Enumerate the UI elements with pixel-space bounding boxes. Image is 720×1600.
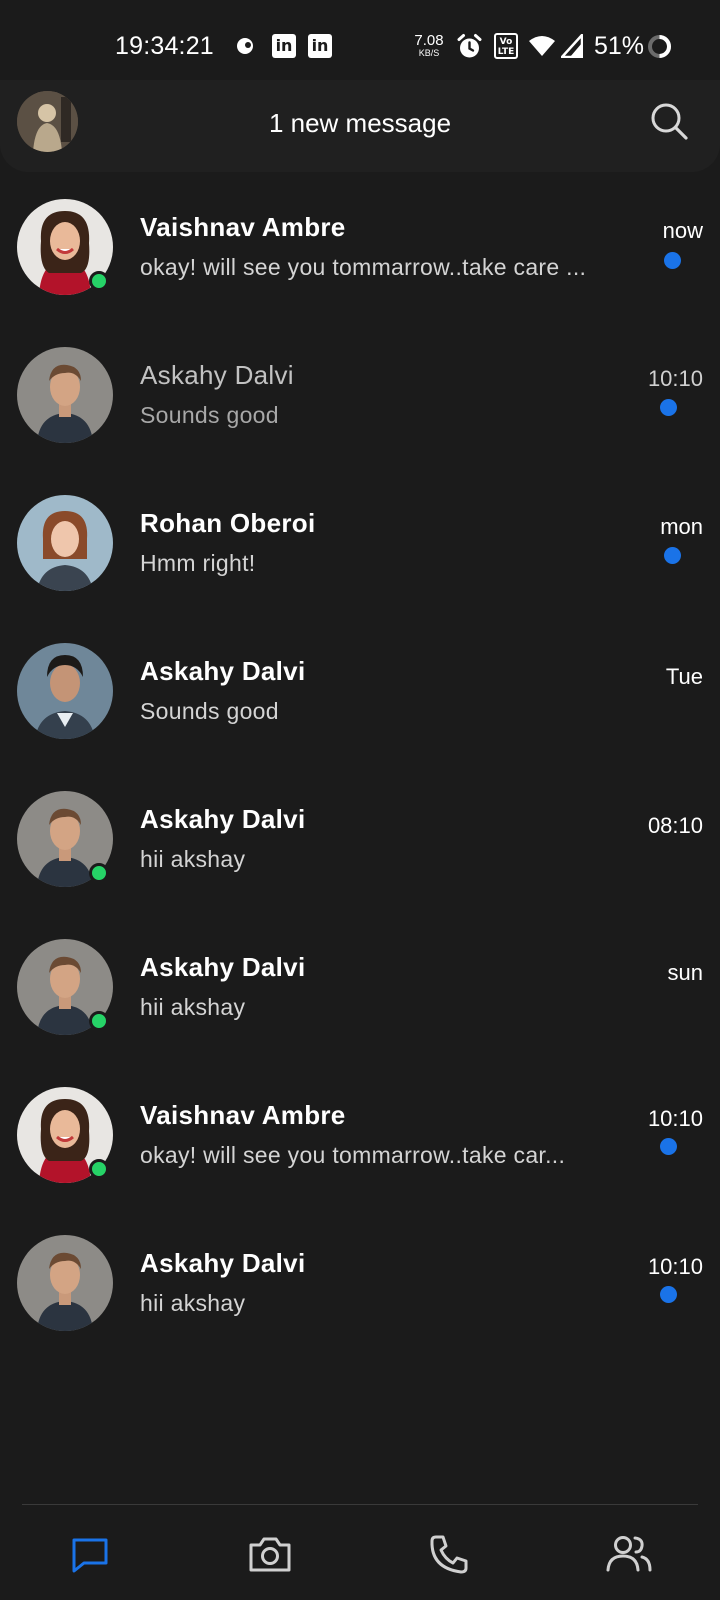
message-time: now bbox=[662, 218, 703, 243]
net-speed-unit: KB/S bbox=[418, 48, 440, 58]
chat-row[interactable]: Vaishnav Ambre okay! will see you tommar… bbox=[0, 1068, 720, 1216]
last-message: Sounds good bbox=[140, 698, 279, 724]
online-status-dot bbox=[89, 1011, 109, 1031]
chat-row[interactable]: Askahy Dalvi hii akshay 08:10 bbox=[0, 772, 720, 920]
contact-name: Rohan Oberoi bbox=[140, 508, 316, 538]
chat-row[interactable]: Askahy Dalvi Sounds good 10:10 bbox=[0, 328, 720, 476]
nav-chats-button[interactable] bbox=[65, 1529, 115, 1579]
last-message: Sounds good bbox=[140, 402, 279, 428]
online-status-dot bbox=[89, 863, 109, 883]
contact-name: Askahy Dalvi bbox=[140, 1248, 306, 1278]
people-icon bbox=[606, 1536, 652, 1572]
unread-indicator bbox=[660, 399, 677, 416]
nav-camera-button[interactable] bbox=[245, 1529, 295, 1579]
chat-row[interactable]: Vaishnav Ambre okay! will see you tommar… bbox=[0, 180, 720, 328]
online-status-dot bbox=[89, 1159, 109, 1179]
signal-icon bbox=[561, 34, 583, 58]
contact-avatar bbox=[17, 199, 113, 295]
last-message: okay! will see you tommarrow..take care … bbox=[140, 254, 587, 280]
phone-icon bbox=[430, 1535, 468, 1574]
contact-avatar bbox=[17, 1235, 113, 1331]
contact-name: Askahy Dalvi bbox=[140, 656, 306, 686]
wifi-icon bbox=[528, 35, 556, 57]
status-time: 19:34:21 bbox=[115, 32, 214, 60]
contact-avatar bbox=[17, 495, 113, 591]
volte-label: Vo LTE bbox=[494, 33, 518, 59]
app-header: 1 new message bbox=[0, 80, 720, 172]
contact-avatar bbox=[17, 347, 113, 443]
contact-avatar bbox=[17, 1087, 113, 1183]
message-time: sun bbox=[667, 960, 703, 985]
contact-avatar bbox=[17, 939, 113, 1035]
contact-name: Askahy Dalvi bbox=[140, 360, 294, 390]
battery-icon bbox=[647, 34, 672, 59]
online-status-dot bbox=[89, 271, 109, 291]
message-time: mon bbox=[660, 514, 703, 539]
unread-indicator bbox=[664, 547, 681, 564]
last-message: hii akshay bbox=[140, 846, 246, 872]
battery-percent: 51% bbox=[594, 32, 645, 60]
volte-icon: Vo LTE bbox=[494, 33, 518, 59]
chat-row[interactable]: Askahy Dalvi hii akshay sun bbox=[0, 920, 720, 1068]
chat-icon bbox=[72, 1538, 108, 1573]
nav-calls-button[interactable] bbox=[424, 1529, 474, 1579]
search-button[interactable] bbox=[648, 100, 690, 142]
last-message: Hmm right! bbox=[140, 550, 256, 576]
unread-indicator bbox=[664, 252, 681, 269]
message-time: 10:10 bbox=[647, 1254, 703, 1279]
notification-dot-icon bbox=[235, 36, 255, 56]
chat-row[interactable]: Askahy Dalvi hii akshay 10:10 bbox=[0, 1216, 720, 1364]
unread-indicator bbox=[660, 1286, 677, 1303]
chat-row[interactable]: Askahy Dalvi Sounds good Tue bbox=[0, 624, 720, 772]
header-title: 1 new message bbox=[268, 108, 452, 138]
chat-row[interactable]: Rohan Oberoi Hmm right! mon bbox=[0, 476, 720, 624]
nav-people-button[interactable] bbox=[604, 1529, 654, 1579]
contact-name: Vaishnav Ambre bbox=[140, 1100, 346, 1130]
contact-name: Askahy Dalvi bbox=[140, 804, 306, 834]
contact-avatar bbox=[17, 643, 113, 739]
search-icon bbox=[651, 103, 688, 140]
camera-icon bbox=[249, 1537, 291, 1572]
bottom-nav bbox=[0, 1505, 720, 1600]
message-time: 10:10 bbox=[647, 1106, 703, 1131]
linkedin-icon: in bbox=[308, 34, 332, 58]
linkedin-icon: in bbox=[272, 34, 296, 58]
message-time: 08:10 bbox=[647, 813, 703, 838]
alarm-icon bbox=[456, 33, 483, 60]
contact-avatar bbox=[17, 791, 113, 887]
last-message: hii akshay bbox=[140, 994, 246, 1020]
unread-indicator bbox=[660, 1138, 677, 1155]
contact-name: Askahy Dalvi bbox=[140, 952, 306, 982]
message-time: Tue bbox=[665, 664, 703, 689]
contact-name: Vaishnav Ambre bbox=[140, 212, 346, 242]
last-message: hii akshay bbox=[140, 1290, 246, 1316]
net-speed: 7.08 KB/S bbox=[412, 33, 446, 58]
last-message: okay! will see you tommarrow..take car..… bbox=[140, 1142, 566, 1168]
message-time: 10:10 bbox=[647, 366, 703, 391]
status-bar: 19:34:21 in in 7.08 KB/S Vo LTE 51% bbox=[0, 0, 720, 90]
net-speed-value: 7.08 bbox=[414, 32, 444, 49]
